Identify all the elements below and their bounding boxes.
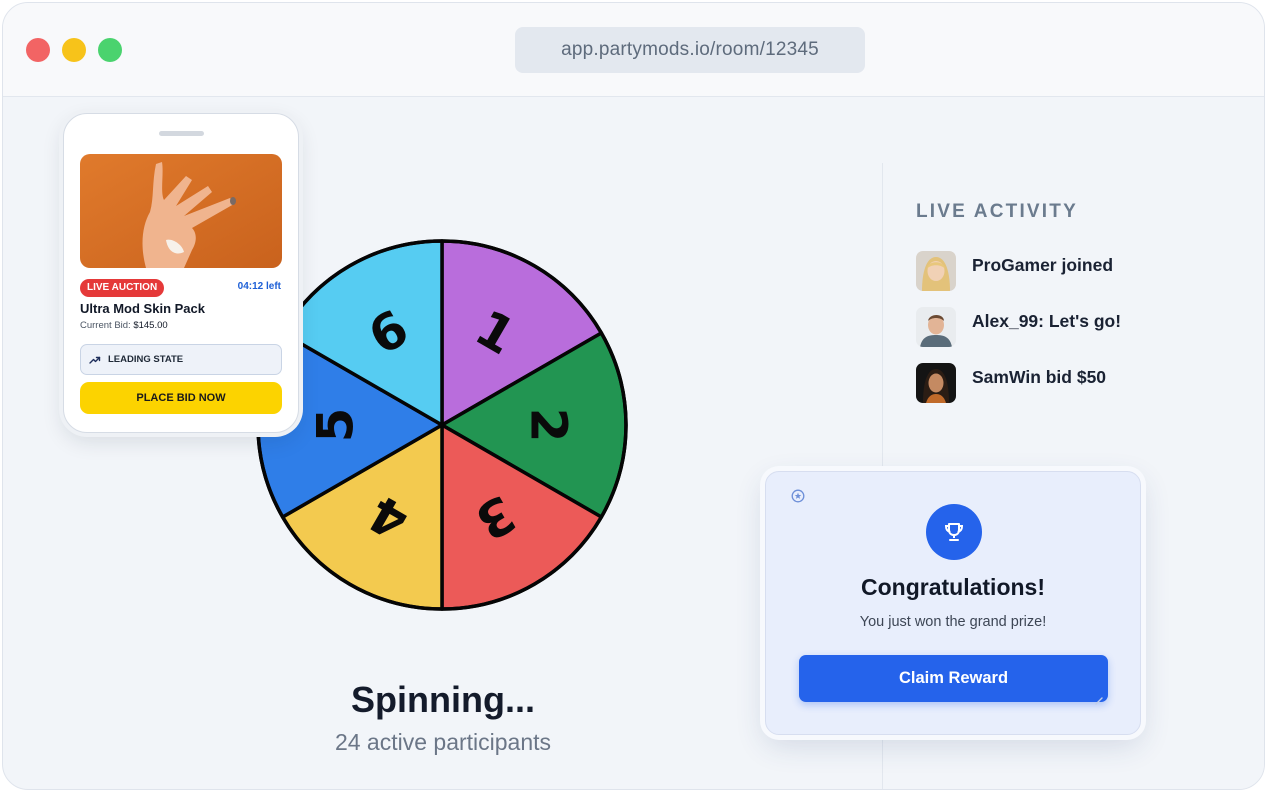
maximize-window-button[interactable] — [98, 38, 122, 62]
spin-status: Spinning... — [351, 679, 535, 720]
product-image — [80, 154, 282, 268]
close-window-button[interactable] — [26, 38, 50, 62]
phone-notch — [159, 131, 204, 136]
reward-subtitle: You just won the grand prize! — [859, 614, 1047, 630]
prize-wheel[interactable]: 123456 — [256, 236, 630, 616]
activity-item: ProGamer joined — [916, 251, 1246, 291]
leading-state-label: LEADING STATE — [108, 354, 184, 365]
product-name: Ultra Mod Skin Pack — [80, 301, 205, 316]
wheel-label-2: 2 — [520, 408, 578, 443]
activity-text: SamWin bid $50 — [972, 367, 1107, 387]
place-bid-button[interactable]: PLACE BID NOW — [80, 382, 282, 414]
reward-popup: Congratulations! You just won the grand … — [765, 471, 1141, 735]
avatar — [916, 307, 956, 347]
activity-item: SamWin bid $50 — [916, 363, 1246, 403]
participant-count: 24 active participants — [334, 729, 552, 755]
avatar — [916, 251, 956, 291]
activity-item: Alex_99: Let's go! — [916, 307, 1246, 347]
auction-timer: 04:12 left — [237, 281, 281, 292]
auction-phone-card: LIVE AUCTION 04:12 left Ultra Mod Skin P… — [63, 113, 299, 433]
wheel-label-5: 5 — [306, 408, 364, 443]
leading-state-box: LEADING STATE — [80, 344, 282, 375]
address-bar[interactable]: app.partymods.io/room/12345 — [515, 27, 865, 73]
star-badge-icon — [791, 489, 805, 503]
sparkle-icon — [1095, 697, 1103, 705]
current-bid-label: Current Bid: — [80, 320, 131, 331]
current-bid: Current Bid: $145.00 — [80, 320, 168, 331]
trophy-icon — [944, 523, 964, 541]
trending-up-icon — [89, 356, 101, 364]
live-activity-title: LIVE ACTIVITY — [916, 201, 1078, 222]
browser-titlebar: app.partymods.io/room/12345 — [3, 3, 1264, 97]
claim-reward-button[interactable]: Claim Reward — [799, 655, 1108, 702]
avatar — [916, 363, 956, 403]
reward-title: Congratulations! — [861, 574, 1045, 600]
activity-text: ProGamer joined — [972, 255, 1114, 275]
trophy-badge — [926, 504, 982, 560]
activity-text: Alex_99: Let's go! — [972, 311, 1122, 331]
minimize-window-button[interactable] — [62, 38, 86, 62]
live-auction-badge: LIVE AUCTION — [80, 279, 165, 297]
current-bid-value: $145.00 — [133, 320, 168, 331]
